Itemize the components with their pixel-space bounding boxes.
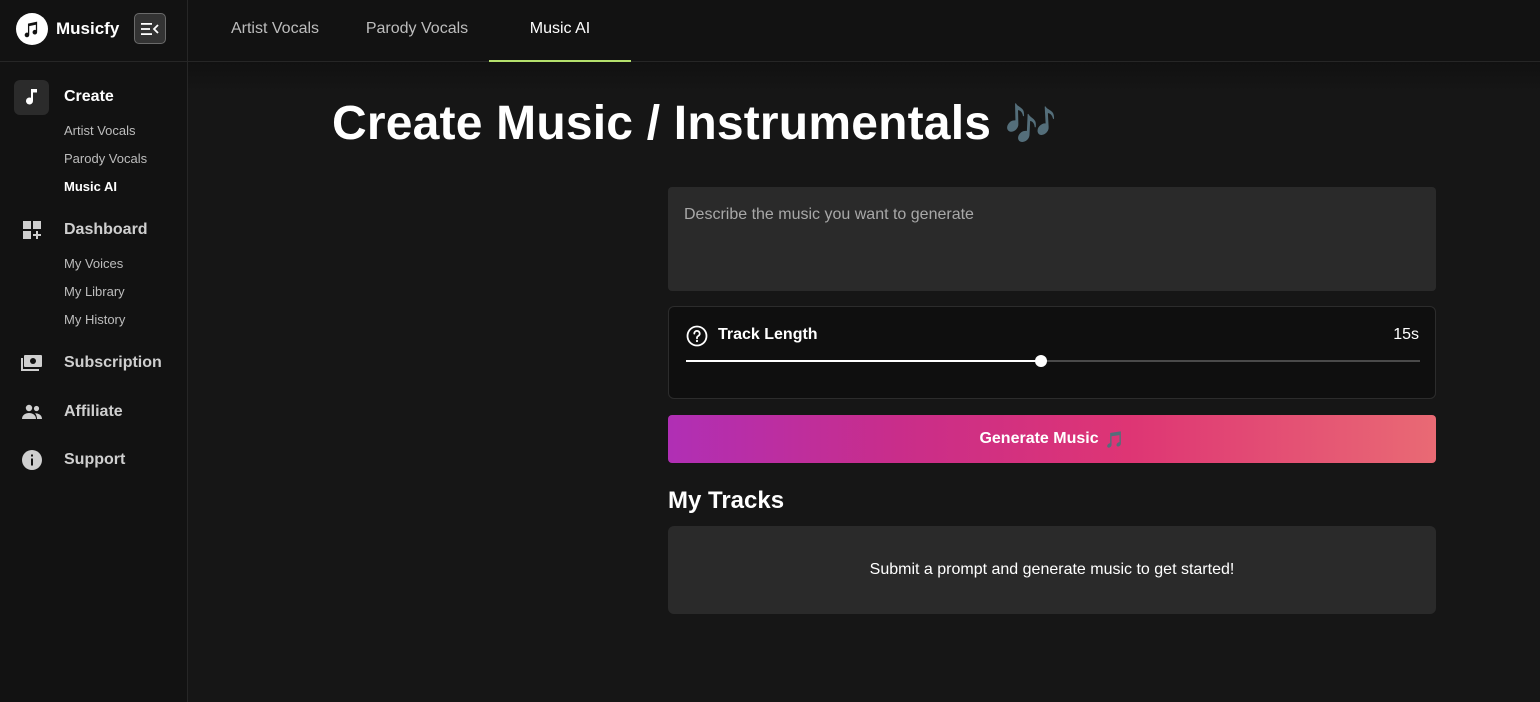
page-title: Create Music / Instrumentals 🎶: [332, 96, 1057, 151]
my-tracks-heading: My Tracks: [668, 487, 785, 514]
nav-group-create: Create Artist Vocals Parody Vocals Music…: [0, 79, 187, 201]
collapse-menu-icon: [141, 22, 159, 35]
track-length-label: Track Length: [718, 326, 818, 343]
nav-group-affiliate: Affiliate: [0, 395, 187, 429]
empty-state-message: Submit a prompt and generate music to ge…: [869, 561, 1235, 578]
music-prompt-input[interactable]: [668, 187, 1436, 291]
sidebar-item-label: Subscription: [64, 354, 162, 371]
slider-fill: [686, 360, 1041, 362]
tab-music-ai[interactable]: Music AI: [489, 0, 631, 62]
sidebar-item-support[interactable]: Support: [0, 443, 187, 477]
sidebar: Musicfy Create Artist Vocals Parody Voca…: [0, 0, 188, 702]
sidebar-subitem-music-ai[interactable]: Music AI: [64, 173, 187, 201]
sidebar-item-dashboard[interactable]: Dashboard: [0, 213, 187, 247]
tab-artist-vocals[interactable]: Artist Vocals: [210, 0, 340, 61]
sidebar-item-label: Affiliate: [64, 403, 123, 420]
sidebar-item-label: Dashboard: [64, 221, 148, 238]
dashboard-add-icon: [14, 213, 49, 248]
nav-group-subscription: Subscription: [0, 346, 187, 380]
people-icon: [14, 395, 49, 430]
tab-parody-vocals[interactable]: Parody Vocals: [352, 0, 482, 61]
sidebar-item-label: Support: [64, 451, 126, 468]
track-length-slider[interactable]: [686, 354, 1420, 368]
tracks-empty-state: Submit a prompt and generate music to ge…: [668, 526, 1436, 614]
sidebar-subitem-my-voices[interactable]: My Voices: [64, 250, 187, 278]
nav-group-support: Support: [0, 443, 187, 477]
slider-thumb[interactable]: [1034, 355, 1047, 367]
music-note-icon: [14, 79, 49, 115]
info-icon: [14, 443, 49, 478]
header-shadow: [188, 62, 1540, 92]
sidebar-item-subscription[interactable]: Subscription: [0, 346, 187, 380]
page-title-text: Create Music / Instrumentals: [332, 97, 992, 150]
sidebar-item-create[interactable]: Create: [0, 79, 187, 115]
music-notes-emoji-icon: 🎶: [1004, 100, 1058, 149]
sidebar-subitem-parody-vocals[interactable]: Parody Vocals: [64, 145, 187, 173]
music-note-logo-icon: [16, 13, 48, 45]
tab-label: Parody Vocals: [365, 20, 469, 37]
generate-music-button[interactable]: Generate Music 🎵: [668, 415, 1436, 463]
sidebar-item-affiliate[interactable]: Affiliate: [0, 395, 187, 429]
track-length-card: Track Length 15s: [668, 306, 1436, 399]
sidebar-subitem-my-history[interactable]: My History: [64, 306, 187, 334]
track-length-value: 15s: [1393, 326, 1419, 343]
collapse-sidebar-button[interactable]: [134, 13, 166, 44]
brand[interactable]: Musicfy: [16, 13, 119, 45]
music-note-emoji-icon: 🎵: [1104, 429, 1125, 449]
nav-group-dashboard: Dashboard My Voices My Library My Histor…: [0, 213, 187, 334]
sidebar-subitem-artist-vocals[interactable]: Artist Vocals: [64, 117, 187, 145]
top-tab-bar: Artist Vocals Parody Vocals Music AI: [188, 0, 1540, 62]
help-question-icon[interactable]: [686, 325, 708, 347]
tab-label: Music AI: [529, 20, 591, 37]
tab-label: Artist Vocals: [230, 20, 320, 37]
generate-button-label: Generate Music: [979, 430, 1099, 447]
payments-icon: [14, 346, 49, 381]
sidebar-item-label: Create: [64, 88, 114, 105]
brand-name: Musicfy: [56, 19, 120, 38]
sidebar-divider: [0, 61, 187, 62]
sidebar-subitem-my-library[interactable]: My Library: [64, 278, 187, 306]
